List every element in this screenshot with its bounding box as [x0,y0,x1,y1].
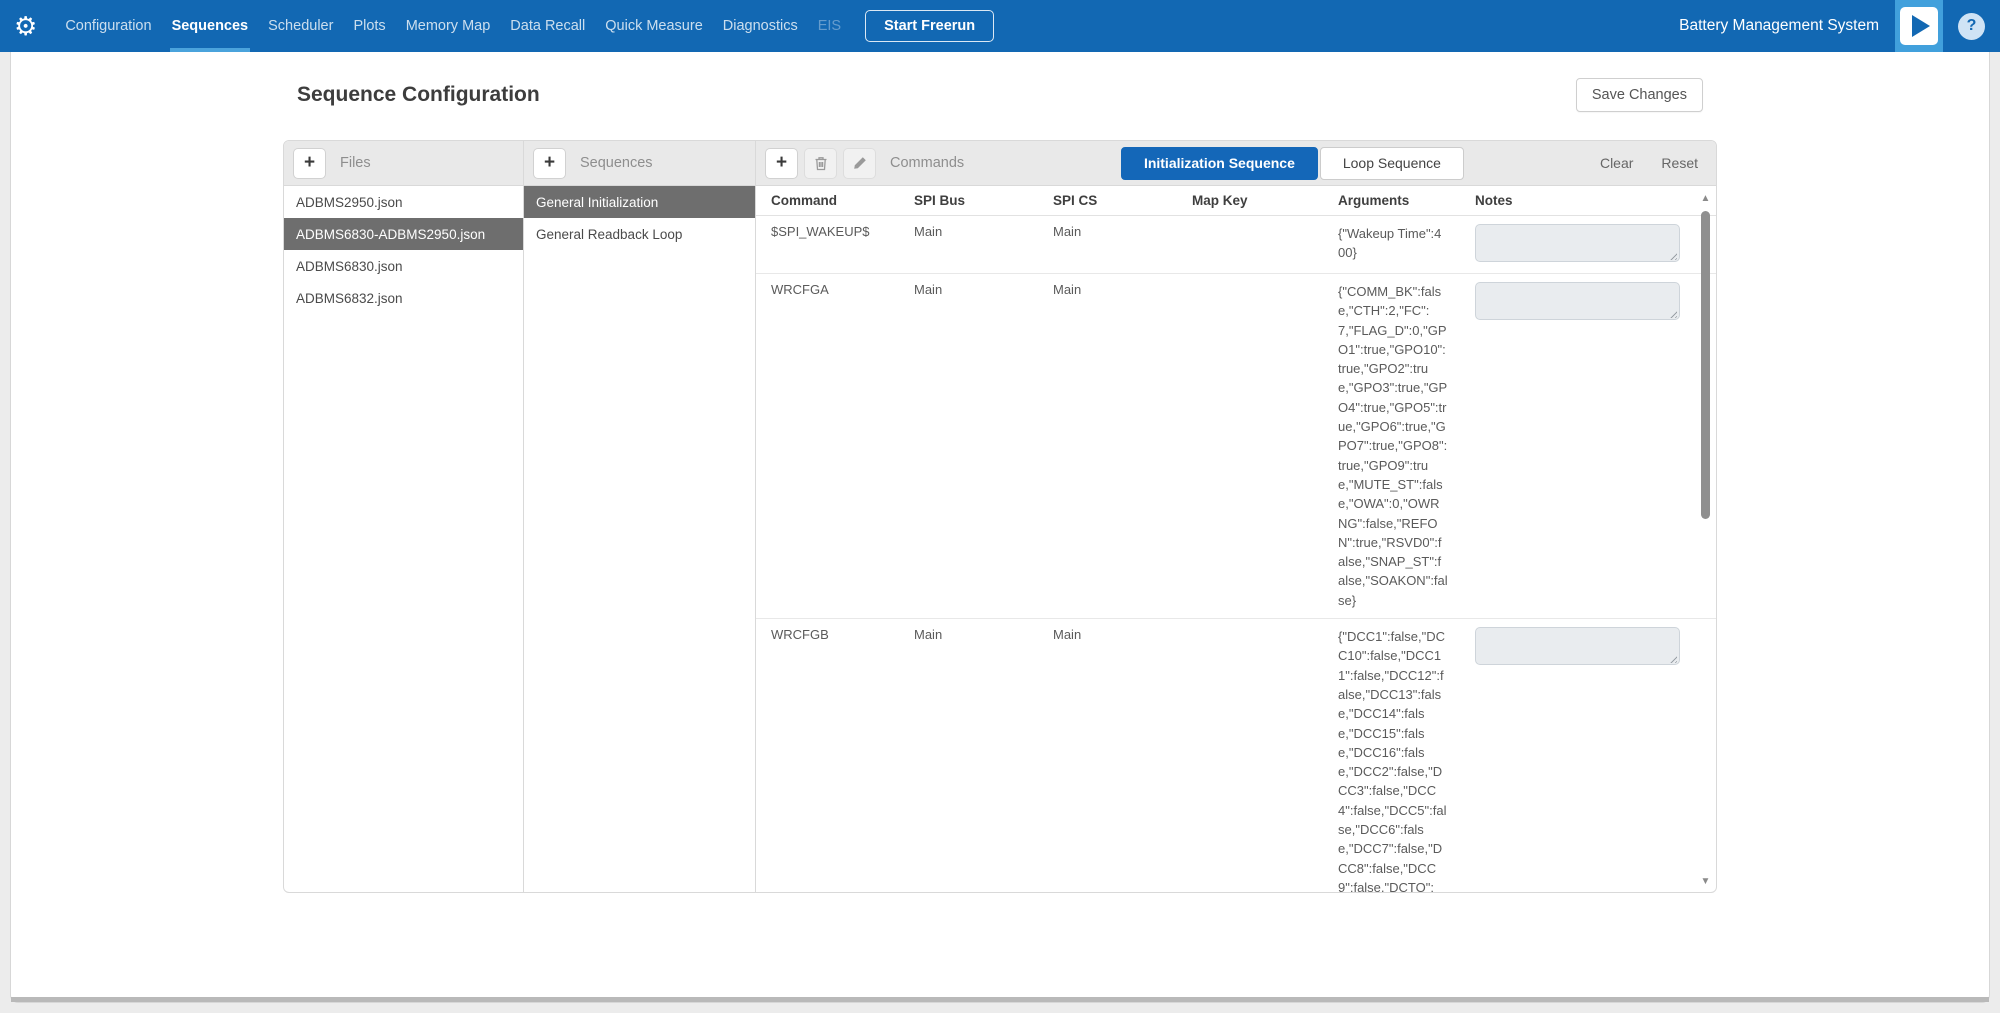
table-row[interactable]: $SPI_WAKEUP$ Main Main {"Wakeup Time":40… [756,216,1716,274]
sequences-list: General Initialization General Readback … [524,186,755,892]
add-sequence-button[interactable]: + [534,149,565,178]
table-row[interactable]: WRCFGB Main Main {"DCC1":false,"DCC10":f… [756,619,1716,892]
cell-map-key [1192,224,1338,265]
clear-button[interactable]: Clear [1600,155,1633,171]
panels-area: + Files ADBMS2950.json ADBMS6830-ADBMS29… [283,140,1717,893]
page-card: Sequence Configuration Save Changes + Fi… [10,52,1990,1003]
sequences-panel-title: Sequences [580,155,653,171]
col-header-map-key: Map Key [1192,193,1338,208]
commands-table: Command SPI Bus SPI CS Map Key Arguments… [756,186,1716,892]
files-panel-header: + Files [284,141,523,186]
navbar-right: Battery Management System ? [1679,0,2000,52]
sequence-item-selected[interactable]: General Initialization [524,186,755,218]
file-item[interactable]: ADBMS2950.json [284,186,523,218]
nav-item-sequences[interactable]: Sequences [162,0,259,52]
sequence-type-tabs: Initialization Sequence Loop Sequence [1121,147,1464,180]
commands-panel: + Commands Initialization Sequence [756,141,1716,892]
scroll-up-icon[interactable]: ▲ [1698,193,1713,205]
files-panel: + Files ADBMS2950.json ADBMS6830-ADBMS29… [284,141,524,892]
delete-command-button[interactable] [805,149,836,178]
trash-icon [814,156,828,171]
col-header-spi-cs: SPI CS [1053,193,1192,208]
file-item[interactable]: ADBMS6830.json [284,250,523,282]
sequence-item[interactable]: General Readback Loop [524,218,755,250]
scrollbar-thumb[interactable] [1701,211,1710,519]
tab-loop-sequence[interactable]: Loop Sequence [1320,147,1464,180]
add-command-button[interactable]: + [766,149,797,178]
notes-input[interactable] [1475,282,1680,320]
page-title: Sequence Configuration [297,83,540,107]
cell-map-key [1192,627,1338,892]
nav-item-configuration[interactable]: Configuration [55,0,161,52]
add-file-button[interactable]: + [294,149,325,178]
settings-gear-icon[interactable]: ⚙ [14,13,37,39]
col-header-notes: Notes [1475,193,1716,208]
edit-command-button[interactable] [844,149,875,178]
files-panel-title: Files [340,155,371,171]
cell-command: WRCFGA [771,282,914,610]
top-navbar: ⚙ Configuration Sequences Scheduler Plot… [0,0,2000,52]
table-actions: Clear Reset [1572,155,1698,171]
col-header-spi-bus: SPI Bus [914,193,1053,208]
start-freerun-button[interactable]: Start Freerun [865,10,994,42]
file-item[interactable]: ADBMS6832.json [284,282,523,314]
scroll-down-icon[interactable]: ▼ [1698,876,1713,888]
sequences-panel: + Sequences General Initialization Gener… [524,141,756,892]
col-header-arguments: Arguments [1338,193,1475,208]
commands-table-header: Command SPI Bus SPI CS Map Key Arguments… [756,186,1716,216]
nav-menu: Configuration Sequences Scheduler Plots … [55,0,851,52]
nav-item-scheduler[interactable]: Scheduler [258,0,343,52]
nav-item-data-recall[interactable]: Data Recall [500,0,595,52]
tab-initialization-sequence[interactable]: Initialization Sequence [1121,147,1318,180]
vertical-scrollbar[interactable]: ▲ ▼ [1698,191,1713,888]
cell-arguments: {"DCC1":false,"DCC10":false,"DCC11":fals… [1338,627,1448,892]
commands-panel-header: + Commands Initialization Sequence [756,141,1716,186]
table-row[interactable]: WRCFGA Main Main {"COMM_BK":false,"CTH":… [756,274,1716,619]
cell-command: $SPI_WAKEUP$ [771,224,914,265]
nav-item-plots[interactable]: Plots [343,0,395,52]
cell-map-key [1192,282,1338,610]
cell-arguments: {"Wakeup Time":400} [1338,224,1448,263]
help-icon[interactable]: ? [1958,13,1985,40]
reset-button[interactable]: Reset [1661,155,1698,171]
cell-spi-cs: Main [1053,627,1192,892]
cell-spi-bus: Main [914,224,1053,265]
cell-spi-cs: Main [1053,224,1192,265]
nav-item-quick-measure[interactable]: Quick Measure [595,0,713,52]
brand-title: Battery Management System [1679,17,1879,35]
pencil-icon [853,156,867,170]
notes-input[interactable] [1475,627,1680,665]
nav-item-memory-map[interactable]: Memory Map [396,0,501,52]
window-bottom-edge [11,997,1989,1002]
cell-spi-bus: Main [914,627,1053,892]
nav-item-eis: EIS [808,0,851,52]
notes-input[interactable] [1475,224,1680,262]
files-list: ADBMS2950.json ADBMS6830-ADBMS2950.json … [284,186,523,892]
app-logo[interactable] [1895,0,1943,52]
save-changes-button[interactable]: Save Changes [1576,78,1703,112]
col-header-command: Command [771,193,914,208]
play-logo-icon [1900,7,1938,45]
cell-spi-bus: Main [914,282,1053,610]
cell-spi-cs: Main [1053,282,1192,610]
commands-panel-title: Commands [890,155,964,171]
sequences-panel-header: + Sequences [524,141,755,186]
cell-command: WRCFGB [771,627,914,892]
file-item-selected[interactable]: ADBMS6830-ADBMS2950.json [284,218,523,250]
cell-arguments: {"COMM_BK":false,"CTH":2,"FC":7,"FLAG_D"… [1338,282,1448,610]
nav-item-diagnostics[interactable]: Diagnostics [713,0,808,52]
